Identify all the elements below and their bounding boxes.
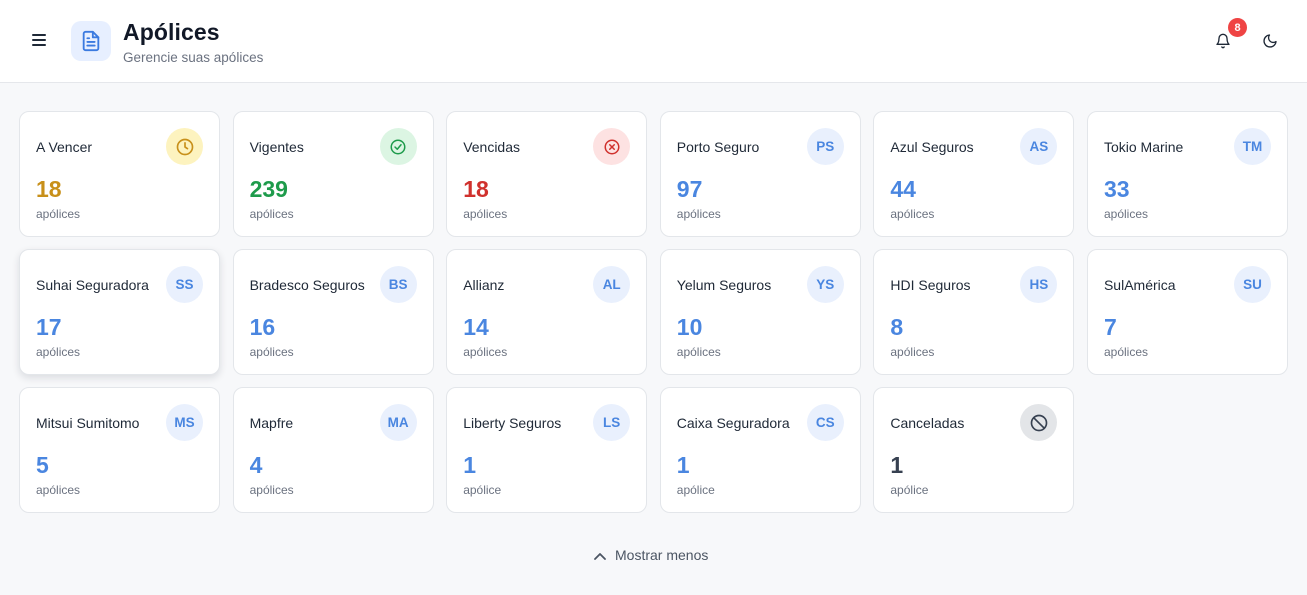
- hamburger-icon: [32, 33, 46, 49]
- card-value: 16: [249, 314, 276, 340]
- card-label: Porto Seguro: [676, 139, 760, 155]
- card-azul-seguros[interactable]: Azul Seguros AS 44 apólices: [873, 111, 1075, 237]
- card-unit: apólices: [1103, 207, 1148, 221]
- card-vencidas[interactable]: Vencidas 18 apólices: [446, 111, 648, 237]
- insurer-initials-badge: SU: [1233, 266, 1271, 303]
- card-unit: apólice: [676, 483, 715, 497]
- card-value: 18: [463, 176, 489, 202]
- card-unit: apólices: [890, 207, 935, 221]
- card-a-vencer[interactable]: A Vencer 18 apólices: [19, 111, 220, 237]
- card-hdi-seguros[interactable]: HDI Seguros HS 8 apólices: [873, 249, 1075, 375]
- card-unit: apólices: [676, 207, 721, 221]
- card-suhai-seguradora[interactable]: Suhai Seguradora SS 17 apólices: [19, 249, 220, 375]
- card-sulamerica[interactable]: SulAmérica SU 7 apólices: [1086, 249, 1288, 375]
- card-unit: apólices: [463, 345, 508, 359]
- card-value: 5: [36, 452, 49, 478]
- insurer-initials-badge: HS: [1020, 266, 1058, 303]
- insurer-initials-badge: SS: [166, 266, 203, 303]
- x-circle-icon: [593, 128, 631, 165]
- notification-badge: 8: [1228, 18, 1247, 37]
- card-label: Allianz: [463, 277, 505, 293]
- insurer-initials-badge: TM: [1233, 128, 1271, 165]
- card-mapfre[interactable]: Mapfre MA 4 apólices: [232, 387, 434, 513]
- check-circle-icon: [379, 128, 417, 165]
- page-title: Apólices: [123, 19, 220, 45]
- card-liberty-seguros[interactable]: Liberty Seguros LS 1 apólice: [446, 387, 648, 513]
- page-subtitle: Gerencie suas apólices: [123, 50, 264, 65]
- document-icon: [71, 21, 111, 61]
- card-unit: apólices: [36, 483, 81, 497]
- card-unit: apólices: [890, 345, 935, 359]
- card-label: Vencidas: [463, 139, 521, 155]
- insurer-initials-badge: BS: [379, 266, 417, 303]
- card-value: 97: [676, 176, 703, 202]
- card-unit: apólices: [463, 207, 508, 221]
- menu-button[interactable]: [26, 29, 52, 53]
- chevron-up-icon: [594, 547, 606, 563]
- bell-icon: [1215, 33, 1231, 52]
- card-value: 44: [890, 176, 916, 202]
- card-value: 17: [36, 314, 62, 340]
- show-less-label: Mostrar menos: [615, 547, 709, 563]
- card-value: 33: [1103, 176, 1130, 202]
- card-unit: apólices: [249, 483, 294, 497]
- insurer-initials-badge: LS: [593, 404, 631, 441]
- card-unit: apólices: [36, 207, 81, 221]
- card-value: 18: [36, 176, 62, 202]
- page-header: Apólices Gerencie suas apólices 8: [0, 0, 1307, 83]
- card-unit: apólices: [676, 345, 721, 359]
- card-label: SulAmérica: [1103, 277, 1176, 293]
- card-value: 4: [249, 452, 263, 478]
- card-value: 8: [890, 314, 904, 340]
- card-label: Canceladas: [890, 415, 965, 431]
- card-label: Suhai Seguradora: [36, 277, 149, 293]
- moon-icon: [1262, 33, 1278, 52]
- card-unit: apólices: [1103, 345, 1148, 359]
- ban-icon: [1020, 404, 1058, 441]
- card-porto-seguro[interactable]: Porto Seguro PS 97 apólices: [659, 111, 861, 237]
- insurer-initials-badge: AS: [1020, 128, 1058, 165]
- card-label: Yelum Seguros: [676, 277, 772, 293]
- insurer-initials-badge: MS: [166, 404, 203, 441]
- card-unit: apólices: [36, 345, 81, 359]
- card-label: A Vencer: [36, 139, 93, 155]
- card-unit: apólice: [463, 483, 502, 497]
- card-value: 14: [463, 314, 489, 340]
- card-label: Vigentes: [249, 139, 304, 155]
- card-value: 7: [1103, 314, 1117, 340]
- card-canceladas[interactable]: Canceladas 1 apólice: [873, 387, 1075, 513]
- card-label: Mapfre: [249, 415, 294, 431]
- insurer-initials-badge: MA: [379, 404, 417, 441]
- theme-toggle-button[interactable]: [1257, 29, 1283, 55]
- insurer-initials-badge: YS: [806, 266, 844, 303]
- card-value: 10: [676, 314, 703, 340]
- card-value: 239: [249, 176, 288, 202]
- card-label: Liberty Seguros: [463, 415, 562, 431]
- card-bradesco-seguros[interactable]: Bradesco Seguros BS 16 apólices: [232, 249, 434, 375]
- card-label: Bradesco Seguros: [249, 277, 365, 293]
- card-unit: apólices: [249, 207, 294, 221]
- show-less-button[interactable]: Mostrar menos: [594, 545, 708, 565]
- card-label: Mitsui Sumitomo: [36, 415, 140, 431]
- card-vigentes[interactable]: Vigentes 239 apólices: [232, 111, 434, 237]
- card-value: 1: [890, 452, 904, 478]
- card-unit: apólice: [890, 483, 929, 497]
- card-tokio-marine[interactable]: Tokio Marine TM 33 apólices: [1086, 111, 1288, 237]
- card-value: 1: [676, 452, 690, 478]
- card-unit: apólices: [249, 345, 294, 359]
- card-caixa-seguradora[interactable]: Caixa Seguradora CS 1 apólice: [659, 387, 861, 513]
- insurer-initials-badge: CS: [806, 404, 844, 441]
- card-label: Caixa Seguradora: [676, 415, 790, 431]
- policy-summary-grid: A Vencer 18 apólices Vigentes 239 apólic…: [19, 111, 1288, 513]
- card-label: Tokio Marine: [1103, 139, 1184, 155]
- insurer-initials-badge: AL: [593, 266, 631, 303]
- card-label: Azul Seguros: [890, 139, 974, 155]
- card-yelum-seguros[interactable]: Yelum Seguros YS 10 apólices: [659, 249, 861, 375]
- clock-icon: [166, 128, 203, 165]
- card-label: HDI Seguros: [890, 277, 971, 293]
- card-value: 1: [463, 452, 476, 478]
- card-mitsui-sumitomo[interactable]: Mitsui Sumitomo MS 5 apólices: [19, 387, 220, 513]
- card-allianz[interactable]: Allianz AL 14 apólices: [446, 249, 648, 375]
- insurer-initials-badge: PS: [806, 128, 844, 165]
